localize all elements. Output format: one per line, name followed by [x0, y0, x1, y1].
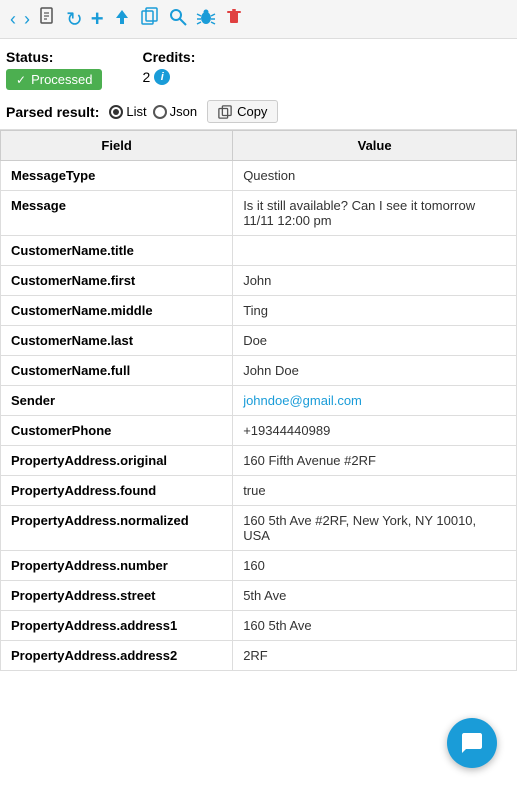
- email-link[interactable]: johndoe@gmail.com: [243, 393, 362, 408]
- col-value-header: Value: [233, 131, 517, 161]
- table-cell-value: Ting: [233, 296, 517, 326]
- copy-button-label: Copy: [237, 104, 267, 119]
- table-cell-field: CustomerName.first: [1, 266, 233, 296]
- table-row: PropertyAddress.foundtrue: [1, 476, 517, 506]
- table-cell-value: John Doe: [233, 356, 517, 386]
- forward-icon[interactable]: ›: [24, 9, 30, 30]
- table-cell-value: Is it still available? Can I see it tomo…: [233, 191, 517, 236]
- table-row: PropertyAddress.number160: [1, 551, 517, 581]
- credits-info-icon[interactable]: i: [154, 69, 170, 85]
- parsed-result-label: Parsed result:: [6, 104, 99, 120]
- bug-icon[interactable]: [196, 7, 216, 32]
- chat-bubble[interactable]: [447, 718, 497, 768]
- table-cell-value: +19344440989: [233, 416, 517, 446]
- table-row: MessageIs it still available? Can I see …: [1, 191, 517, 236]
- document-icon[interactable]: [38, 7, 58, 32]
- status-label: Status:: [6, 49, 102, 65]
- credits-label: Credits:: [142, 49, 195, 65]
- table-cell-field: MessageType: [1, 161, 233, 191]
- table-row: PropertyAddress.original160 Fifth Avenue…: [1, 446, 517, 476]
- table-cell-field: PropertyAddress.address2: [1, 641, 233, 671]
- table-row: Sender johndoe@gmail.com: [1, 386, 517, 416]
- parsed-result-row: Parsed result: List Json Copy: [0, 94, 517, 130]
- radio-group: List Json: [109, 104, 197, 119]
- table-cell-value: 160 Fifth Avenue #2RF: [233, 446, 517, 476]
- radio-json-circle: [153, 105, 167, 119]
- table-cell-field: CustomerPhone: [1, 416, 233, 446]
- table-row: CustomerName.firstJohn: [1, 266, 517, 296]
- search-icon[interactable]: [168, 7, 188, 32]
- check-icon: ✓: [16, 73, 26, 87]
- table-cell-field: PropertyAddress.found: [1, 476, 233, 506]
- table-container[interactable]: Field Value MessageTypeQuestionMessageIs…: [0, 130, 517, 710]
- table-row: MessageTypeQuestion: [1, 161, 517, 191]
- table-cell-value: 2RF: [233, 641, 517, 671]
- table-cell-value: 160 5th Ave #2RF, New York, NY 10010, US…: [233, 506, 517, 551]
- table-cell-field: CustomerName.full: [1, 356, 233, 386]
- add-icon[interactable]: +: [91, 6, 104, 32]
- table-cell-field: CustomerName.title: [1, 236, 233, 266]
- table-cell-value: 160: [233, 551, 517, 581]
- table-cell-value: johndoe@gmail.com: [233, 386, 517, 416]
- copy-doc-icon[interactable]: [140, 7, 160, 32]
- toolbar: ‹ › ↻ +: [0, 0, 517, 39]
- copy-icon: [218, 105, 232, 119]
- radio-list-circle: [109, 105, 123, 119]
- table-row: PropertyAddress.street5th Ave: [1, 581, 517, 611]
- table-cell-field: PropertyAddress.address1: [1, 611, 233, 641]
- radio-json-label: Json: [170, 104, 197, 119]
- back-icon[interactable]: ‹: [10, 9, 16, 30]
- chat-icon: [460, 731, 484, 755]
- upload-icon[interactable]: [112, 7, 132, 32]
- table-row: CustomerName.lastDoe: [1, 326, 517, 356]
- table-cell-field: PropertyAddress.street: [1, 581, 233, 611]
- table-cell-field: PropertyAddress.number: [1, 551, 233, 581]
- radio-list-label: List: [126, 104, 146, 119]
- table-cell-field: PropertyAddress.normalized: [1, 506, 233, 551]
- radio-json[interactable]: Json: [153, 104, 197, 119]
- status-row: Status: ✓ Processed Credits: 2 i: [0, 39, 517, 94]
- table-row: PropertyAddress.normalized160 5th Ave #2…: [1, 506, 517, 551]
- table-row: CustomerName.middleTing: [1, 296, 517, 326]
- table-cell-value: Question: [233, 161, 517, 191]
- refresh-icon[interactable]: ↻: [66, 7, 83, 32]
- delete-icon[interactable]: [224, 7, 244, 32]
- status-badge: ✓ Processed: [6, 69, 102, 90]
- radio-list[interactable]: List: [109, 104, 146, 119]
- table-cell-value: [233, 236, 517, 266]
- table-cell-value: true: [233, 476, 517, 506]
- table-row: PropertyAddress.address1160 5th Ave: [1, 611, 517, 641]
- data-table: Field Value MessageTypeQuestionMessageIs…: [0, 130, 517, 671]
- credits-value: 2 i: [142, 69, 195, 85]
- copy-button[interactable]: Copy: [207, 100, 278, 123]
- table-cell-field: CustomerName.middle: [1, 296, 233, 326]
- table-cell-value: John: [233, 266, 517, 296]
- table-cell-value: Doe: [233, 326, 517, 356]
- col-field-header: Field: [1, 131, 233, 161]
- status-badge-text: Processed: [31, 72, 92, 87]
- table-cell-field: PropertyAddress.original: [1, 446, 233, 476]
- credits-number: 2: [142, 69, 150, 85]
- table-row: CustomerName.fullJohn Doe: [1, 356, 517, 386]
- table-row: CustomerPhone+19344440989: [1, 416, 517, 446]
- table-cell-field: CustomerName.last: [1, 326, 233, 356]
- table-cell-value: 160 5th Ave: [233, 611, 517, 641]
- table-cell-field: Sender: [1, 386, 233, 416]
- table-row: CustomerName.title: [1, 236, 517, 266]
- table-cell-value: 5th Ave: [233, 581, 517, 611]
- table-row: PropertyAddress.address22RF: [1, 641, 517, 671]
- table-cell-field: Message: [1, 191, 233, 236]
